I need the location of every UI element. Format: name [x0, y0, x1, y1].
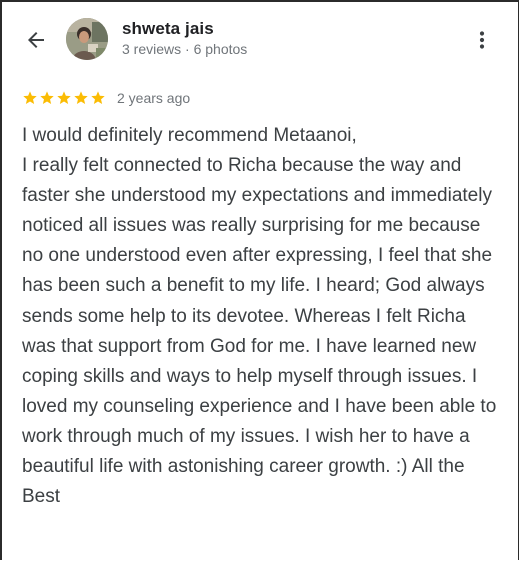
- star-icon: [91, 91, 105, 104]
- back-button[interactable]: [20, 24, 52, 56]
- more-options-button[interactable]: [466, 24, 498, 56]
- star-icon: [57, 91, 71, 104]
- arrow-back-icon: [28, 32, 44, 48]
- star-rating: [22, 90, 106, 106]
- star-icon: [74, 91, 88, 104]
- author-meta: 3 reviews · 6 photos: [122, 41, 248, 57]
- review-text: I would definitely recommend Metaanoi, I…: [22, 125, 497, 508]
- star-icon: [40, 91, 54, 104]
- user-avatar-image: [66, 18, 108, 60]
- more-vert-icon: [479, 31, 485, 49]
- review-header: shweta jais 3 reviews · 6 photos: [0, 0, 521, 80]
- avatar[interactable]: [66, 18, 108, 60]
- author-name[interactable]: shweta jais: [122, 19, 214, 39]
- star-icon: [23, 91, 37, 104]
- rating-row: 2 years ago: [22, 88, 190, 108]
- review-time: 2 years ago: [117, 90, 191, 106]
